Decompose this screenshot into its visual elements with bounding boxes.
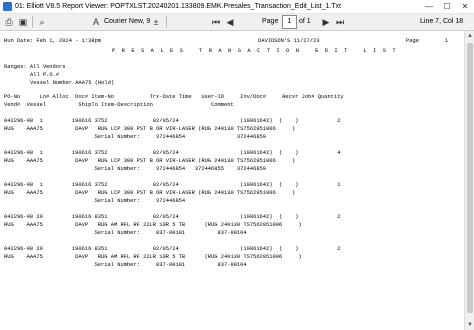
report-title: P R E S A L E S T R A N S A C T I O N E … bbox=[112, 48, 398, 54]
first-page-icon[interactable]: ⏮ bbox=[210, 16, 222, 28]
find-icon[interactable]: ⌕ bbox=[36, 16, 48, 28]
ranges-line: Vessel Number AAA75 (Hold) bbox=[30, 80, 115, 86]
ranges-line: Ranges: All Vendors bbox=[4, 64, 66, 70]
toolbar-separator bbox=[32, 16, 33, 28]
next-page-icon[interactable]: ▶ bbox=[320, 16, 332, 28]
run-date: Run Date: Feb 1, 2024 - 1:38pm bbox=[4, 38, 102, 44]
report-line: 042296-00 29 190616 8351 02/05/24 (19061… bbox=[4, 246, 341, 252]
report-line: 042296-00 1 190616 3752 02/05/24 (190616… bbox=[4, 118, 341, 124]
company-name: DAVIDSON'S 11/27/23 bbox=[258, 38, 320, 44]
report-line: RUG AAA75 DAVP RUG LCP 380 PST B 6R VIR-… bbox=[4, 158, 296, 164]
report-line: Serial Number: 372446854 372446859 bbox=[4, 134, 267, 140]
close-button[interactable]: ✕ bbox=[456, 0, 474, 13]
report-line: Serial Number: 837-00101 837-00104 bbox=[4, 262, 247, 268]
maximize-button[interactable]: ☐ bbox=[438, 0, 456, 13]
print-icon[interactable]: ⎙ bbox=[3, 16, 15, 28]
page-number-input[interactable]: 1 bbox=[282, 15, 297, 29]
column-header: PO-No Ln# Alloc Doc# Item-No Trx-Date Ti… bbox=[4, 94, 344, 100]
ranges-line: All P.O.# bbox=[30, 72, 60, 78]
toolbar-separator bbox=[166, 16, 167, 28]
page-label: Page bbox=[262, 18, 279, 25]
report-line: Serial Number: 372446854 372446855 37244… bbox=[4, 166, 267, 172]
report-line: Serial Number: 372446854 bbox=[4, 198, 186, 204]
report-line: RUG AAA75 DAVP RUG AM RFL RF 22LR 10R 5 … bbox=[4, 222, 302, 228]
report-line: 042296-00 1 190616 3752 02/05/24 (190616… bbox=[4, 182, 341, 188]
last-page-icon[interactable]: ⏭ bbox=[334, 16, 346, 28]
minimize-button[interactable]: — bbox=[420, 0, 438, 13]
font-icon[interactable]: A bbox=[90, 16, 102, 28]
window-title: 01: Elliott V8.5 Report Viewer: POPTXLST… bbox=[15, 3, 342, 10]
report-line: RUG AAA75 DAVP RUG AM RFL RF 22LR 10R 5 … bbox=[4, 254, 302, 260]
zoom-icon[interactable]: ± bbox=[150, 16, 162, 28]
save-icon[interactable]: ▣ bbox=[17, 16, 29, 28]
report-line: RUG AAA75 DAVP RUG LCP 380 PST B 6R VIR-… bbox=[4, 126, 296, 132]
font-selector[interactable]: Courier New, 9 bbox=[104, 17, 150, 27]
scroll-thumb[interactable] bbox=[467, 43, 473, 313]
page-number: Page 1 bbox=[406, 38, 449, 44]
title-bar: 01: Elliott V8.5 Report Viewer: POPTXLST… bbox=[0, 0, 474, 14]
scroll-up-icon[interactable]: ▲ bbox=[465, 31, 474, 41]
report-line: 042296-00 29 190616 8351 02/05/24 (19061… bbox=[4, 214, 341, 220]
report-line: Serial Number: 837-00101 837-00104 bbox=[4, 230, 247, 236]
toolbar: ⎙ ▣ ⌕ A Courier New, 9 ± ⏮ ◀ Page 1 of 1… bbox=[0, 14, 474, 31]
column-header: Vend# Vessel ShipTo Item-Description Com… bbox=[4, 102, 234, 108]
scroll-down-icon[interactable]: ▼ bbox=[465, 320, 474, 330]
page-count: of 1 bbox=[299, 18, 311, 25]
vertical-scrollbar[interactable]: ▲ ▼ bbox=[464, 31, 474, 330]
report-line: RUG AAA75 DAVP RUG LCP 380 PST B 6R VIR-… bbox=[4, 190, 296, 196]
prev-page-icon[interactable]: ◀ bbox=[224, 16, 236, 28]
cursor-position: Line 7, Col 18 bbox=[420, 18, 464, 25]
app-icon bbox=[3, 2, 12, 11]
report-line: 042296-00 1 190616 3752 02/05/24 (190616… bbox=[4, 150, 341, 156]
report-area[interactable]: Run Date: Feb 1, 2024 - 1:38pm DAVIDSON'… bbox=[0, 31, 464, 330]
